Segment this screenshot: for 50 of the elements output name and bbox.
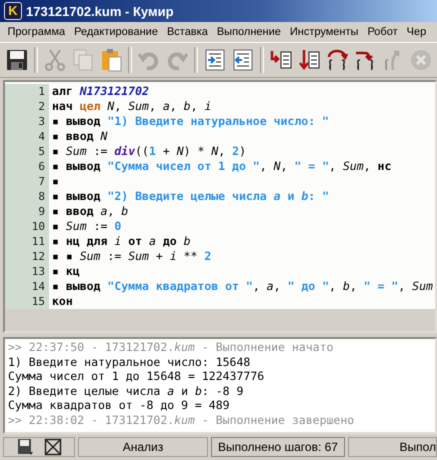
steps-counter: Выполнено шагов: 67 bbox=[211, 437, 345, 457]
menu-item[interactable]: Робот bbox=[362, 23, 402, 41]
code-line: ▪ ввод a, b bbox=[51, 204, 128, 219]
line-number: 15 bbox=[5, 294, 49, 309]
line-number: 1 bbox=[5, 84, 49, 99]
line-number: 4 bbox=[5, 129, 49, 144]
line-number: 6 bbox=[5, 159, 49, 174]
close-box-icon[interactable] bbox=[44, 438, 62, 456]
code-line: ▪ ввод N bbox=[51, 129, 108, 144]
window-title: 173121702.kum - Кумир bbox=[26, 4, 174, 18]
line-number: 7 bbox=[5, 174, 49, 189]
line-number: 3 bbox=[5, 114, 49, 129]
code-line: ▪ Sum := 0 bbox=[51, 219, 122, 234]
output-line: Сумма квадратов от -8 до 9 = 489 bbox=[8, 398, 231, 412]
output-line: 2) Введите целые числа a и b: -8 9 bbox=[8, 384, 244, 398]
line-number: 2 bbox=[5, 99, 49, 114]
code-line: ▪ вывод "Сумма квадратов от ", a, " до ", b, " = ", Sum bbox=[51, 279, 433, 294]
line-number: 11 bbox=[5, 234, 49, 249]
menu-item[interactable]: Чер bbox=[402, 23, 431, 41]
line-number: 13 bbox=[5, 264, 49, 279]
code-line: ▪ нц для i от a до b bbox=[51, 234, 191, 249]
menu-item[interactable]: Программа bbox=[3, 23, 70, 41]
code-line: ▪ вывод "2) Введите целые числа a и b: " bbox=[51, 189, 330, 204]
mode-status: Выпол bbox=[348, 437, 437, 457]
code-line: ▪ кц bbox=[51, 264, 80, 279]
line-number: 14 bbox=[5, 279, 49, 294]
line-number: 10 bbox=[5, 219, 49, 234]
menu-item[interactable]: Выполнение bbox=[212, 23, 286, 41]
code-line: кон bbox=[51, 294, 73, 309]
code-line: алг N173121702 bbox=[51, 84, 149, 99]
menu-item[interactable]: Редактирование bbox=[70, 23, 162, 41]
line-number: 8 bbox=[5, 189, 49, 204]
code-line: ▪ вывод "Сумма чисел от 1 до ", N, " = ", Sum, нс bbox=[51, 159, 392, 174]
log-line: >> 22:38:02 - 173121702.kum - Выполнение завершено bbox=[8, 412, 356, 427]
output-line: Сумма чисел от 1 до 15648 = 122437776 bbox=[8, 369, 266, 384]
code-line: ▪ Sum := div((1 + N) * N, 2) bbox=[51, 144, 246, 159]
app-logo: K bbox=[4, 2, 22, 20]
line-number: 5 bbox=[5, 144, 49, 159]
code-line: нач цел N, Sum, a, b, i bbox=[51, 99, 212, 114]
menu-item[interactable]: Вставка bbox=[162, 23, 212, 41]
line-number: 12 bbox=[5, 249, 49, 264]
line-number: 9 bbox=[5, 204, 49, 219]
output-line: 1) Введите натуральное число: 15648 bbox=[8, 354, 252, 369]
code-editor[interactable] bbox=[3, 80, 437, 333]
code-line: ▪ вывод "1) Введите натуральное число: " bbox=[51, 114, 329, 129]
analysis-status: Анализ bbox=[78, 437, 208, 457]
log-line: >> 22:37:50 - 173121702.kum - Выполнение начато bbox=[8, 340, 334, 354]
menu-item[interactable]: Инструменты bbox=[285, 23, 363, 41]
code-line: ▪ ▪ Sum := Sum + i ** 2 bbox=[51, 249, 212, 264]
code-line: ▪ bbox=[51, 174, 59, 189]
